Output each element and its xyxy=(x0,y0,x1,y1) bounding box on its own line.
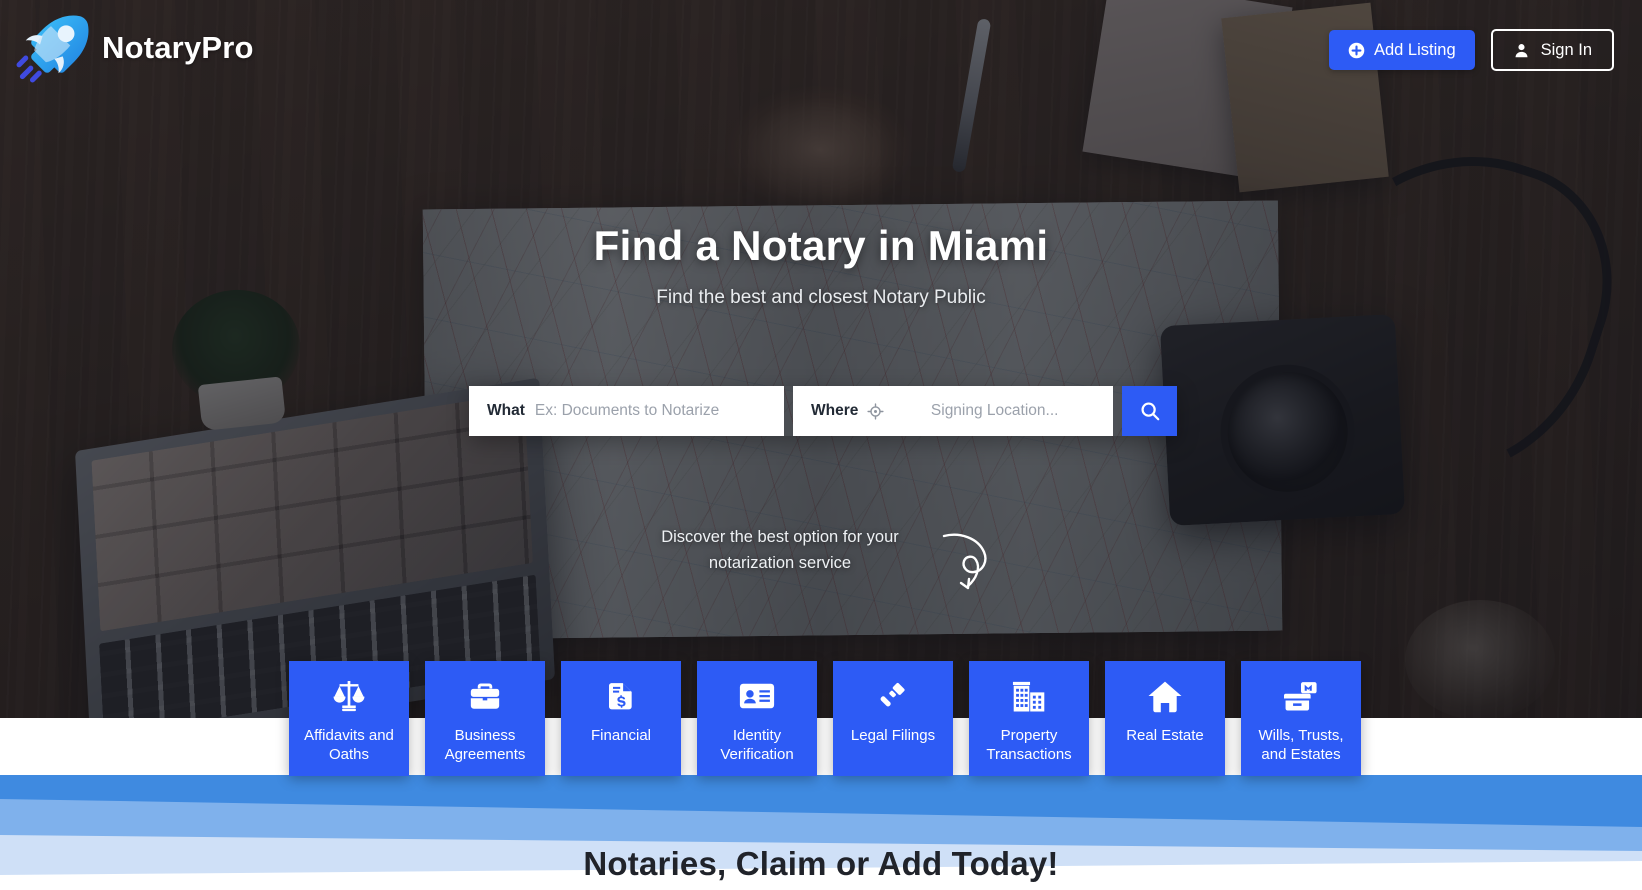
where-field-wrapper: Where xyxy=(793,386,1113,436)
category-tile-legal-filings[interactable]: Legal Filings xyxy=(833,661,953,777)
page-subtitle: Find the best and closest Notary Public xyxy=(656,287,986,308)
what-label: What xyxy=(487,402,525,419)
category-label: Real Estate xyxy=(1126,727,1204,744)
category-tile-business-agreements[interactable]: Business Agreements xyxy=(425,661,545,777)
category-tile-wills-trusts-and-estates[interactable]: Wills, Trusts, and Estates xyxy=(1241,661,1361,777)
scales-balance-icon xyxy=(331,678,367,714)
rocket-icon xyxy=(16,15,89,83)
category-label: Business Agreements xyxy=(444,727,526,764)
category-tiles: Affidavits and Oaths Business Agreements… xyxy=(289,661,1361,777)
search-icon xyxy=(1140,402,1159,421)
crosshair-locate-icon[interactable] xyxy=(867,402,884,420)
category-label: Financial xyxy=(590,727,652,744)
archive-box-icon xyxy=(1283,678,1319,714)
category-label: Affidavits and Oaths xyxy=(304,727,394,764)
category-tile-real-estate[interactable]: Real Estate xyxy=(1105,661,1225,777)
briefcase-icon xyxy=(467,678,503,714)
home-icon xyxy=(1147,678,1183,714)
discover-note: Discover the best option for your notari… xyxy=(661,528,899,572)
category-tile-identity-verification[interactable]: Identity Verification xyxy=(697,661,817,777)
sign-in-label: Sign In xyxy=(1540,40,1592,59)
document-dollar-icon xyxy=(603,678,639,714)
search-bar: What Where xyxy=(469,386,1177,436)
id-card-icon xyxy=(739,678,775,714)
gavel-icon xyxy=(875,678,911,714)
brand-name: NotaryPro xyxy=(102,30,254,65)
top-navigation-bar: NotaryPro Add Listing Sign In xyxy=(0,0,1642,100)
curved-arrow-icon xyxy=(942,533,987,590)
topbar-actions: Add Listing Sign In xyxy=(1328,29,1614,71)
search-submit-button[interactable] xyxy=(1122,386,1177,436)
search-where-input[interactable] xyxy=(894,402,1095,420)
brand-logo[interactable]: NotaryPro xyxy=(14,6,254,90)
category-tile-property-transactions[interactable]: Property Transactions xyxy=(969,661,1089,777)
add-listing-button[interactable]: Add Listing xyxy=(1328,30,1475,70)
plus-circle-icon xyxy=(1348,42,1365,58)
category-label: Identity Verification xyxy=(720,727,794,764)
category-tile-affidavits-and-oaths[interactable]: Affidavits and Oaths xyxy=(289,661,409,777)
user-icon xyxy=(1515,43,1528,57)
add-listing-label: Add Listing xyxy=(1373,40,1456,59)
category-label: Wills, Trusts, and Estates xyxy=(1258,727,1344,764)
page-title: Find a Notary in Miami xyxy=(593,222,1049,269)
category-tile-financial[interactable]: Financial xyxy=(561,661,681,777)
where-label: Where xyxy=(811,402,859,419)
what-field-wrapper: What xyxy=(469,386,784,436)
search-what-input[interactable] xyxy=(534,402,766,420)
sign-in-button[interactable]: Sign In xyxy=(1490,29,1614,71)
category-label: Legal Filings xyxy=(850,727,936,744)
category-label: Property Transactions xyxy=(986,727,1072,764)
building-icon xyxy=(1011,678,1047,714)
bottom-headline: Notaries, Claim or Add Today! xyxy=(583,845,1059,882)
